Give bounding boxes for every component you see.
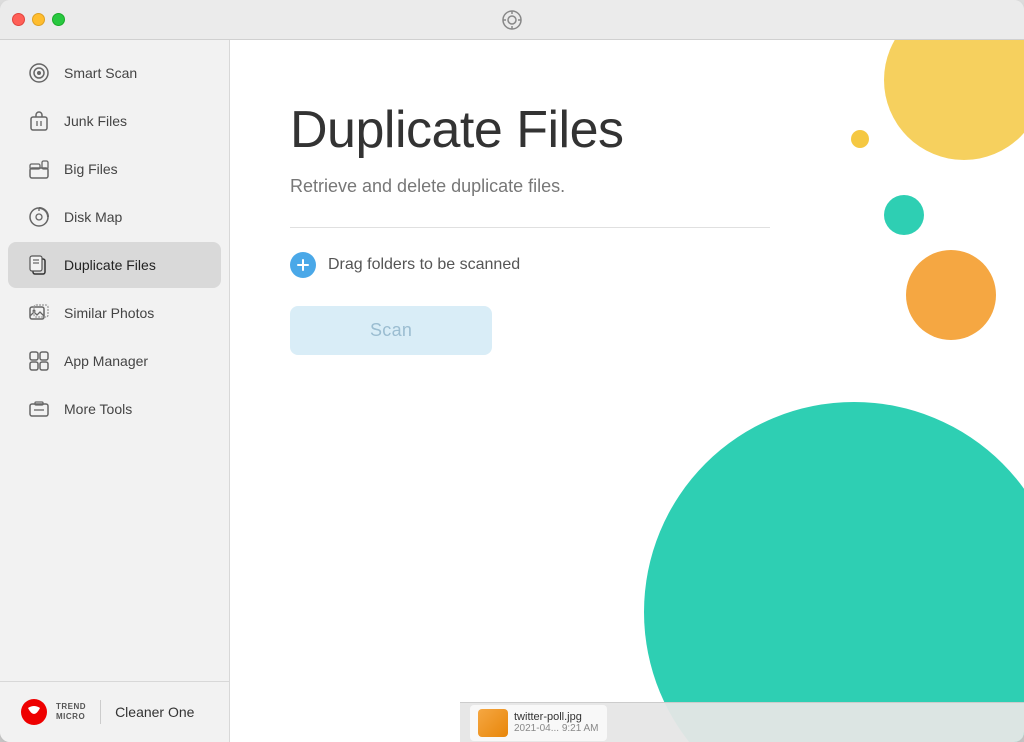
sidebar-item-more-tools[interactable]: More Tools — [8, 386, 221, 432]
drag-folders-label: Drag folders to be scanned — [328, 256, 520, 274]
taskbar-filename: twitter-poll.jpg — [514, 711, 599, 723]
sidebar-item-similar-photos[interactable]: Similar Photos — [8, 290, 221, 336]
taskbar-meta: 2021-04... 9:21 AM — [514, 723, 599, 734]
deco-yellow-small — [851, 130, 869, 148]
taskbar: twitter-poll.jpg 2021-04... 9:21 AM — [460, 702, 1024, 742]
deco-orange-circle — [906, 250, 996, 340]
sidebar-item-duplicate-files-label: Duplicate Files — [64, 257, 156, 273]
big-files-icon — [28, 158, 50, 180]
close-button[interactable] — [12, 13, 25, 26]
sidebar-item-duplicate-files[interactable]: Duplicate Files — [8, 242, 221, 288]
deco-teal-large — [644, 402, 1024, 742]
sidebar-item-smart-scan-label: Smart Scan — [64, 65, 137, 81]
taskbar-item[interactable]: twitter-poll.jpg 2021-04... 9:21 AM — [470, 705, 607, 741]
content-inner: Duplicate Files Retrieve and delete dupl… — [230, 40, 830, 395]
app-window: Smart Scan Junk Files — [0, 0, 1024, 742]
drag-area[interactable]: Drag folders to be scanned — [290, 252, 770, 278]
brand-logo: TREND MICRO Cleaner One — [20, 698, 194, 726]
sidebar-item-big-files[interactable]: Big Files — [8, 146, 221, 192]
deco-yellow-large — [884, 40, 1024, 160]
sidebar-item-smart-scan[interactable]: Smart Scan — [8, 50, 221, 96]
main-layout: Smart Scan Junk Files — [0, 40, 1024, 742]
minimize-button[interactable] — [32, 13, 45, 26]
title-bar — [0, 0, 1024, 40]
disk-map-icon — [28, 206, 50, 228]
taskbar-info: twitter-poll.jpg 2021-04... 9:21 AM — [514, 711, 599, 734]
sidebar-nav: Smart Scan Junk Files — [0, 40, 229, 681]
page-subtitle: Retrieve and delete duplicate files. — [290, 176, 770, 197]
deco-teal-medium — [884, 195, 924, 235]
brand-product: Cleaner One — [115, 704, 194, 720]
sidebar-item-junk-files-label: Junk Files — [64, 113, 127, 129]
sidebar-item-app-manager[interactable]: App Manager — [8, 338, 221, 384]
more-tools-icon — [28, 398, 50, 420]
app-icon — [502, 10, 522, 30]
brand-name: TREND MICRO — [56, 702, 86, 721]
sidebar-item-disk-map[interactable]: Disk Map — [8, 194, 221, 240]
traffic-lights — [12, 13, 65, 26]
page-title: Duplicate Files — [290, 100, 770, 160]
brand-divider — [100, 700, 101, 724]
sidebar-item-app-manager-label: App Manager — [64, 353, 148, 369]
sidebar-item-junk-files[interactable]: Junk Files — [8, 98, 221, 144]
maximize-button[interactable] — [52, 13, 65, 26]
sidebar-item-more-tools-label: More Tools — [64, 401, 132, 417]
trend-micro-logo — [20, 698, 48, 726]
content-divider — [290, 227, 770, 228]
duplicate-files-icon — [28, 254, 50, 276]
sidebar-item-similar-photos-label: Similar Photos — [64, 305, 154, 321]
add-folder-button[interactable] — [290, 252, 316, 278]
sidebar: Smart Scan Junk Files — [0, 40, 230, 742]
sidebar-item-disk-map-label: Disk Map — [64, 209, 122, 225]
smart-scan-icon — [28, 62, 50, 84]
content-area: Duplicate Files Retrieve and delete dupl… — [230, 40, 1024, 742]
sidebar-footer: TREND MICRO Cleaner One — [0, 681, 229, 742]
junk-files-icon — [28, 110, 50, 132]
similar-photos-icon — [28, 302, 50, 324]
taskbar-thumb — [478, 709, 508, 737]
sidebar-item-big-files-label: Big Files — [64, 161, 118, 177]
app-manager-icon — [28, 350, 50, 372]
scan-button[interactable]: Scan — [290, 306, 492, 355]
